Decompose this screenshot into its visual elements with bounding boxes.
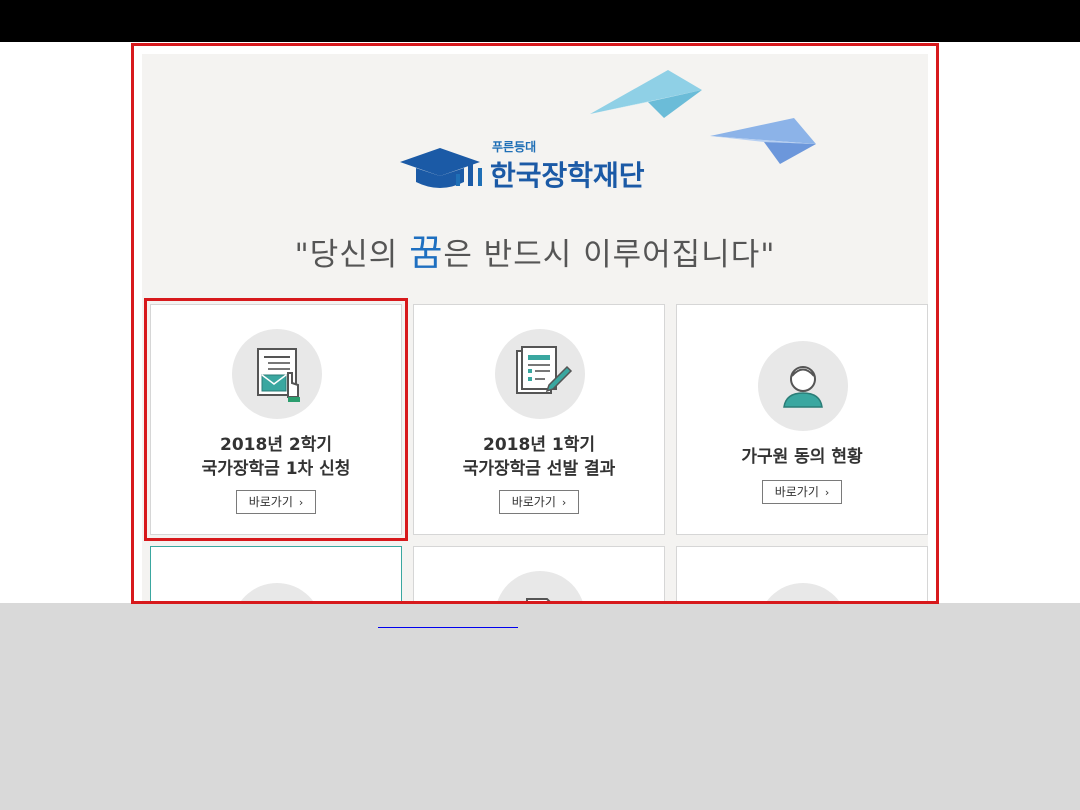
go-button[interactable]: 바로가기 › [762,480,842,504]
scholarship-landing-page: 푸른등대 한국장학재단 "당신의 꿈은 반드시 이루어집니다" 2018년 2학… [142,54,928,601]
card-title-line2: 국가장학금 1차 신청 [201,459,351,479]
card-icon-circle [232,583,322,601]
slogan-close: 은 반드시 이루어집니다" [443,237,776,273]
card-title: 가구원 동의 현황 [741,447,863,467]
card-row2-3[interactable] [676,546,928,601]
embedded-page-frame: 푸른등대 한국장학재단 "당신의 꿈은 반드시 이루어집니다" 2018년 2학… [131,43,939,604]
card-title-line1: 2018년 2학기 [220,435,332,455]
go-button[interactable]: 바로가기 › [499,490,579,514]
slogan-dream: 꿈 [409,233,444,274]
go-button-label: 바로가기 [248,495,293,509]
document-icon [495,571,585,601]
card-row2-2[interactable] [413,546,665,601]
card-scholarship-application[interactable]: 2018년 2학기 국가장학금 1차 신청 바로가기 › [144,298,408,541]
card-row2-1[interactable] [150,546,402,601]
chevron-right-icon: › [298,496,304,509]
chevron-right-icon: › [824,486,830,499]
graduation-cap-icon [400,148,482,188]
top-black-bar [0,0,1080,42]
paper-plane-icon [590,70,702,118]
documents-pencil-icon [495,329,585,419]
card-selection-results[interactable]: 2018년 1학기 국가장학금 선발 결과 바로가기 › [413,304,665,535]
go-button-label: 바로가기 [511,495,556,509]
brand-logo[interactable]: 푸른등대 한국장학재단 [394,136,674,198]
card-household-consent[interactable]: 가구원 동의 현황 바로가기 › [676,304,928,535]
card-title-line1: 2018년 1학기 [483,435,595,455]
card-icon-circle [758,583,848,601]
slogan: "당신의 꿈은 반드시 이루어집니다" [142,224,928,276]
slogan-open: "당신의 [294,237,410,273]
brand-subtitle: 푸른등대 [492,140,537,154]
go-button[interactable]: 바로가기 › [236,490,316,514]
brand-name: 한국장학재단 [490,159,645,192]
hyperlink[interactable] [378,627,518,628]
person-icon [758,341,848,431]
chevron-right-icon: › [561,496,567,509]
application-form-icon [232,329,322,419]
card-title-line2: 국가장학금 선발 결과 [462,459,616,479]
go-button-label: 바로가기 [774,485,819,499]
paper-plane-icon [710,118,816,164]
